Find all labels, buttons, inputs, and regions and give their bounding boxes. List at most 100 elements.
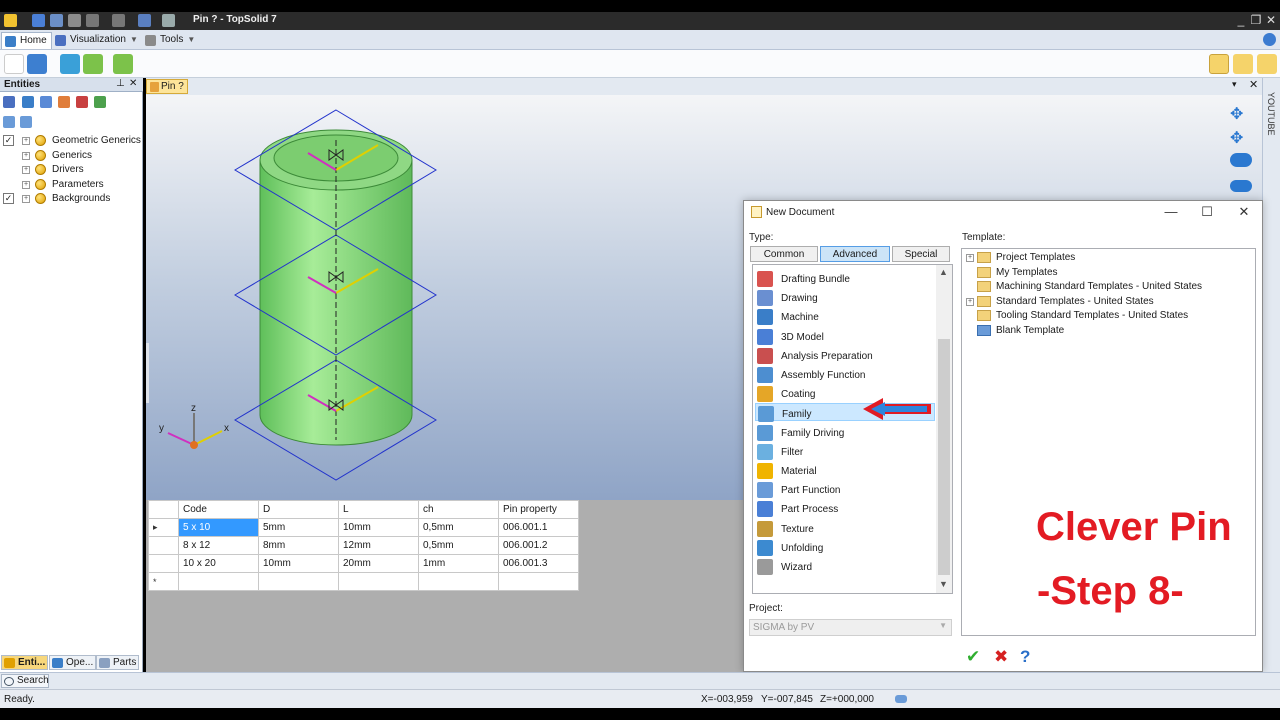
- tree-tool-4-icon[interactable]: [58, 96, 70, 108]
- column-header-pin-property[interactable]: Pin property: [498, 500, 579, 519]
- table-cell[interactable]: 5mm: [258, 518, 339, 537]
- tree-tool-1-icon[interactable]: [3, 96, 15, 108]
- type-list-scrollbar[interactable]: ▲ ▼: [936, 265, 952, 593]
- move-icon[interactable]: ✥: [1230, 104, 1248, 123]
- document-type-item[interactable]: Unfolding: [755, 538, 935, 556]
- table-cell[interactable]: 12mm: [338, 536, 419, 555]
- tab-entities[interactable]: Enti...: [1, 655, 49, 670]
- help-button[interactable]: ?: [1020, 647, 1030, 667]
- document-type-item[interactable]: Wizard: [755, 557, 935, 575]
- open-document-icon[interactable]: [27, 54, 47, 74]
- rotate-icon[interactable]: ✥: [1230, 128, 1248, 147]
- table-row[interactable]: ▸ 5 x 10 5mm 10mm 0,5mm 006.001.1: [148, 518, 579, 537]
- tab-common[interactable]: Common: [750, 246, 818, 262]
- table-cell[interactable]: 5 x 10: [178, 518, 259, 537]
- expand-icon[interactable]: +: [22, 152, 30, 160]
- pen-icon[interactable]: [138, 14, 151, 27]
- tab-special[interactable]: Special: [892, 246, 950, 262]
- document-menu-icon[interactable]: ▾: [1232, 79, 1237, 90]
- undo-icon[interactable]: [86, 14, 99, 27]
- refresh-icon[interactable]: [162, 14, 175, 27]
- update-icon[interactable]: [113, 54, 133, 74]
- expand-icon[interactable]: +: [22, 137, 30, 145]
- document-type-item[interactable]: Analysis Preparation: [755, 346, 935, 364]
- splitter-handle[interactable]: [146, 343, 149, 403]
- tree-item-generics[interactable]: + Generics: [0, 149, 140, 163]
- new-document-icon[interactable]: [4, 54, 24, 74]
- tree-item-drivers[interactable]: + Drivers: [0, 163, 140, 177]
- import-icon[interactable]: [60, 54, 80, 74]
- tree-item-parameters[interactable]: + Parameters: [0, 178, 140, 192]
- chevron-down-icon[interactable]: ▼: [187, 35, 195, 44]
- expand-icon[interactable]: +: [966, 254, 974, 262]
- link-tool-2-icon[interactable]: [1233, 54, 1253, 74]
- close-button[interactable]: ✕: [1264, 13, 1278, 27]
- visibility-checkbox[interactable]: ✓: [3, 193, 14, 204]
- pan-icon[interactable]: [1230, 180, 1252, 192]
- link-tool-3-icon[interactable]: [1257, 54, 1277, 74]
- dialog-close-button[interactable]: ✕: [1236, 204, 1252, 220]
- scroll-down-icon[interactable]: ▼: [939, 579, 948, 589]
- document-type-item[interactable]: Drawing: [755, 288, 935, 307]
- export-icon[interactable]: [83, 54, 103, 74]
- save-icon[interactable]: [32, 14, 45, 27]
- document-type-item[interactable]: Drafting Bundle: [755, 269, 935, 287]
- tree-item-geometric-generics[interactable]: ✓ + Geometric Generics: [0, 134, 141, 148]
- scrollbar-thumb[interactable]: [938, 339, 950, 575]
- project-select[interactable]: SIGMA by PV ▼: [749, 619, 952, 636]
- tab-tools[interactable]: Tools ▼: [142, 32, 199, 49]
- table-cell[interactable]: [418, 572, 499, 591]
- document-type-list[interactable]: Drafting Bundle Drawing Machine 3D Model Ana…: [752, 264, 953, 594]
- tab-visualization[interactable]: Visualization ▼: [52, 32, 142, 49]
- column-header-d[interactable]: D: [258, 500, 339, 519]
- table-cell[interactable]: 20mm: [338, 554, 419, 573]
- table-cell[interactable]: [498, 572, 579, 591]
- table-cell[interactable]: [178, 572, 259, 591]
- row-marker[interactable]: [148, 536, 179, 555]
- document-type-item[interactable]: Part Process: [755, 499, 935, 518]
- document-type-item[interactable]: Filter: [755, 442, 935, 460]
- cancel-button[interactable]: ✖: [994, 647, 1008, 667]
- row-marker[interactable]: *: [148, 572, 179, 591]
- table-cell[interactable]: 006.001.1: [498, 518, 579, 537]
- table-cell[interactable]: 10mm: [258, 554, 339, 573]
- document-type-item[interactable]: Texture: [755, 519, 935, 537]
- tree-item-backgrounds[interactable]: ✓ + Backgrounds: [0, 192, 140, 206]
- column-header-l[interactable]: L: [338, 500, 419, 519]
- document-type-item[interactable]: 3D Model: [755, 327, 935, 345]
- search-button[interactable]: Search: [1, 674, 49, 688]
- scroll-up-icon[interactable]: ▲: [939, 267, 948, 277]
- document-type-item[interactable]: Machine: [755, 307, 935, 326]
- table-cell[interactable]: [258, 572, 339, 591]
- table-row-new[interactable]: *: [148, 572, 579, 591]
- tree-tool-7-icon[interactable]: [3, 116, 15, 128]
- document-close-icon[interactable]: ✕: [1249, 78, 1258, 91]
- chevron-down-icon[interactable]: ▼: [939, 621, 947, 630]
- column-header-code[interactable]: Code: [178, 500, 259, 519]
- tree-tool-5-icon[interactable]: [76, 96, 88, 108]
- restore-button[interactable]: ❐: [1249, 13, 1263, 27]
- tab-parts[interactable]: Parts: [96, 655, 140, 670]
- save-all-icon[interactable]: [50, 14, 63, 27]
- link-tool-icon[interactable]: [1209, 54, 1229, 74]
- expand-icon[interactable]: +: [966, 297, 974, 306]
- table-row[interactable]: 8 x 12 8mm 12mm 0,5mm 006.001.2: [148, 536, 579, 555]
- document-type-item[interactable]: Material: [755, 461, 935, 479]
- table-cell[interactable]: 1mm: [418, 554, 499, 573]
- side-tab-label[interactable]: YOUTUBE: [1266, 92, 1276, 136]
- column-header-ch[interactable]: ch: [418, 500, 499, 519]
- document-type-item[interactable]: Family Driving: [755, 423, 935, 441]
- pin-icon[interactable]: ⊥: [116, 78, 125, 89]
- close-icon[interactable]: ✕: [129, 78, 137, 89]
- document-type-item[interactable]: Assembly Function: [755, 365, 935, 383]
- table-cell[interactable]: 006.001.2: [498, 536, 579, 555]
- table-cell[interactable]: 8 x 12: [178, 536, 259, 555]
- tree-tool-2-icon[interactable]: [22, 96, 34, 108]
- table-cell[interactable]: 006.001.3: [498, 554, 579, 573]
- tree-tool-3-icon[interactable]: [40, 96, 52, 108]
- print-icon[interactable]: [68, 14, 81, 27]
- table-cell[interactable]: 8mm: [258, 536, 339, 555]
- chevron-down-icon[interactable]: ▼: [130, 35, 138, 44]
- visibility-checkbox[interactable]: ✓: [3, 135, 14, 146]
- tab-document-pin[interactable]: Pin ?: [146, 79, 188, 94]
